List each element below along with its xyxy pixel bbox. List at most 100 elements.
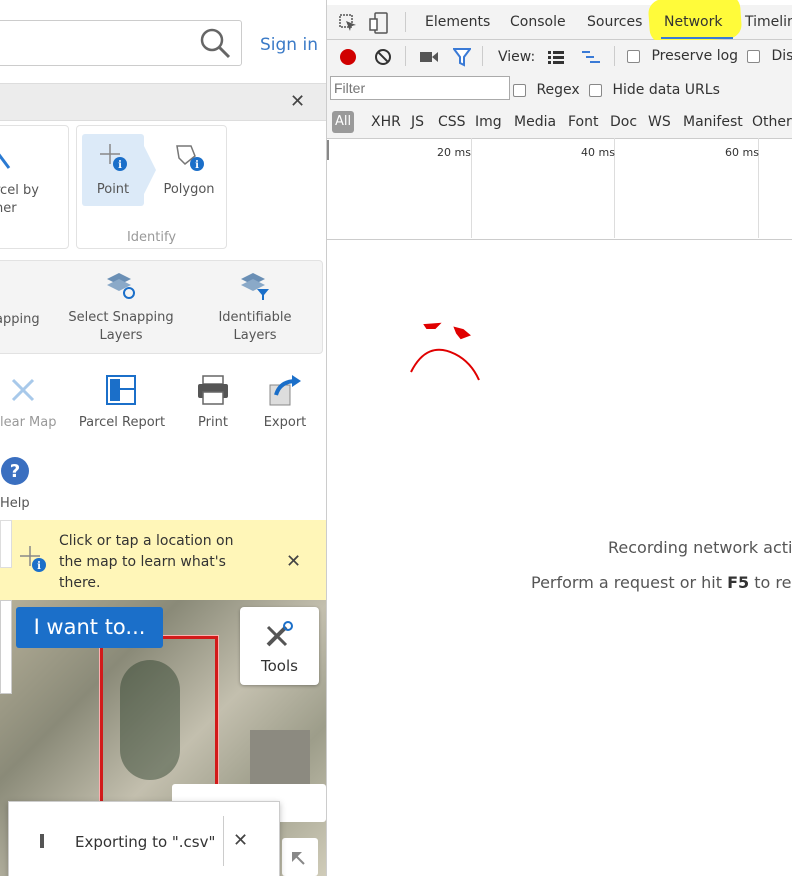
toolbar-separator <box>405 46 406 66</box>
regex-label: Regex <box>536 82 580 98</box>
preserve-log-checkbox[interactable]: Preserve log <box>627 48 738 64</box>
close-panel-icon[interactable]: ✕ <box>290 93 305 111</box>
camera-icon[interactable] <box>419 49 439 65</box>
inspect-element-icon[interactable] <box>339 14 357 32</box>
search-input[interactable] <box>0 20 242 66</box>
checkbox-icon[interactable] <box>513 83 526 97</box>
type-media[interactable]: Media <box>514 114 556 130</box>
timeline-label-60ms: 60 ms <box>725 146 759 159</box>
tools-button[interactable]: Tools <box>240 607 319 685</box>
sign-in-link[interactable]: Sign in <box>260 35 318 55</box>
close-toast-icon[interactable]: ✕ <box>233 832 248 850</box>
help-button[interactable]: ? Help <box>0 456 40 516</box>
polygon-tool-button[interactable]: i Polygon <box>157 134 221 206</box>
identify-hint-bar: i Click or tap a location on the map to … <box>0 520 326 600</box>
snapping-label[interactable]: apping <box>0 311 45 329</box>
record-icon[interactable] <box>338 47 358 67</box>
type-font[interactable]: Font <box>568 114 598 130</box>
empty-state-hint-suffix: to reco <box>754 573 792 592</box>
devtools-panel: Elements Console Sources Network Timelin… <box>326 0 792 876</box>
svg-text:i: i <box>37 561 41 572</box>
search-icon[interactable] <box>199 27 231 59</box>
filter-input[interactable] <box>330 76 510 100</box>
empty-state-hint-prefix: Perform a request or hit <box>531 573 728 592</box>
close-hint-icon[interactable]: ✕ <box>286 553 301 571</box>
parcel-report-button[interactable]: Parcel Report <box>76 372 168 432</box>
tab-separator <box>405 12 406 32</box>
parcel-by-owner-card[interactable]: rcel by ner <box>0 125 69 249</box>
chevron-right-icon <box>144 146 156 194</box>
hand-drawn-annotation <box>410 322 480 381</box>
disable-cache-checkbox[interactable]: Disa <box>747 48 792 64</box>
tab-console[interactable]: Console <box>510 14 566 30</box>
parcel-report-label: Parcel Report <box>78 415 166 430</box>
export-icon <box>269 375 301 406</box>
arrow-expand-icon <box>292 852 305 865</box>
help-label: Help <box>0 496 30 511</box>
measure-icon <box>0 153 11 169</box>
filter-icon[interactable] <box>453 47 471 67</box>
type-other[interactable]: Other <box>752 114 792 130</box>
tab-timeline[interactable]: Timelin <box>745 14 792 30</box>
type-xhr[interactable]: XHR <box>371 114 401 130</box>
timeline-overview[interactable] <box>327 138 792 240</box>
point-label: Point <box>96 182 130 197</box>
clear-map-button[interactable]: lear Map <box>0 372 60 432</box>
tab-sources[interactable]: Sources <box>587 14 642 30</box>
active-tab-underline <box>661 37 733 39</box>
clear-icon[interactable] <box>373 47 393 67</box>
type-ws[interactable]: WS <box>648 114 671 130</box>
clear-icon <box>11 378 35 402</box>
map-side-control[interactable] <box>0 600 12 694</box>
export-toast: Exporting to ".csv" ✕ <box>8 801 280 876</box>
preserve-log-label: Preserve log <box>651 48 739 64</box>
resource-type-filter: All XHR JS CSS Img Media Font Doc WS Man… <box>327 106 792 139</box>
type-all[interactable]: All <box>332 111 354 133</box>
help-icon: ? <box>1 457 29 485</box>
layers-icon <box>107 273 135 299</box>
point-identify-icon: i <box>20 546 46 572</box>
svg-text:?: ? <box>10 461 20 482</box>
hint-side-button[interactable] <box>0 520 12 568</box>
type-js[interactable]: JS <box>411 114 424 130</box>
i-want-to-button[interactable]: I want to... <box>16 607 163 648</box>
type-doc[interactable]: Doc <box>610 114 637 130</box>
progress-indicator <box>40 834 44 848</box>
large-rows-icon[interactable] <box>547 49 565 65</box>
type-css[interactable]: CSS <box>438 114 466 130</box>
disable-cache-label: Disa <box>771 48 792 64</box>
snapping-toolbar: apping Select Snapping Layers Identifiab… <box>0 260 323 354</box>
print-button[interactable]: Print <box>192 372 234 432</box>
timeline-label-40ms: 40 ms <box>581 146 615 159</box>
network-toolbar: View: Preserve log Disa <box>327 40 792 74</box>
checkbox-icon[interactable] <box>627 49 640 63</box>
svg-text:i: i <box>118 160 122 171</box>
toolbar-separator <box>482 46 483 66</box>
expand-map-button[interactable] <box>282 838 318 876</box>
device-toolbar-icon[interactable] <box>369 12 389 34</box>
panel-header: ✕ <box>0 83 326 121</box>
checkbox-icon[interactable] <box>589 83 602 97</box>
export-status-text: Exporting to ".csv" <box>75 833 216 851</box>
tab-elements[interactable]: Elements <box>425 14 490 30</box>
view-label: View: <box>498 49 536 65</box>
type-img[interactable]: Img <box>475 114 502 130</box>
type-manifest[interactable]: Manifest <box>683 114 743 130</box>
select-snapping-layers-label: Select Snapping Layers <box>68 310 174 343</box>
select-snapping-layers-button[interactable]: Select Snapping Layers <box>65 269 177 349</box>
point-identify-icon: i <box>100 144 127 171</box>
timeline-label-20ms: 20 ms <box>437 146 471 159</box>
identifiable-layers-label: Identifiable Layers <box>218 310 292 343</box>
layers-filter-icon <box>241 273 269 300</box>
checkbox-icon[interactable] <box>747 49 760 63</box>
point-tool-button[interactable]: i Point <box>82 134 144 206</box>
report-icon <box>106 375 136 405</box>
svg-text:i: i <box>195 160 199 171</box>
building-roof <box>250 730 310 790</box>
export-button[interactable]: Export <box>262 372 308 432</box>
hide-data-urls-checkbox[interactable]: Hide data URLs <box>589 82 720 98</box>
tab-network[interactable]: Network <box>664 14 722 30</box>
waterfall-icon[interactable] <box>581 49 601 65</box>
regex-checkbox[interactable]: Regex <box>513 82 580 98</box>
identifiable-layers-button[interactable]: Identifiable Layers <box>205 269 305 349</box>
